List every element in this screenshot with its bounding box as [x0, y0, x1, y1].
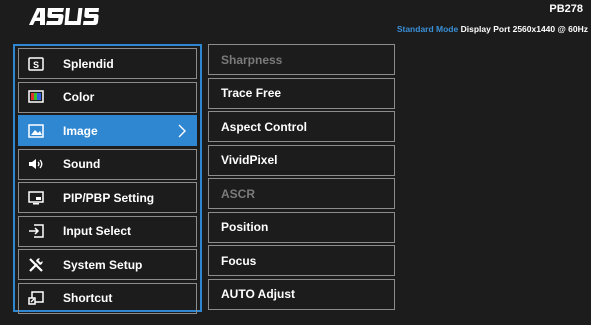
svg-text:S: S [33, 60, 39, 70]
osd-header: PB278 Standard Mode Display Port 2560x14… [0, 0, 591, 38]
menu-item-pip-pbp[interactable]: PIP/PBP Setting [18, 182, 197, 213]
splendid-icon: S [27, 56, 45, 72]
resolution-label: 2560x1440 @ 60Hz [512, 24, 588, 34]
chevron-right-icon [178, 124, 186, 141]
submenu-item-focus[interactable]: Focus [208, 245, 395, 276]
input-label: Display Port [460, 24, 511, 34]
status-line: Standard Mode Display Port 2560x1440 @ 6… [397, 24, 588, 34]
submenu-item-ascr: ASCR [208, 178, 395, 209]
menu-item-label: Color [63, 90, 95, 104]
menu-item-system-setup[interactable]: System Setup [18, 249, 197, 280]
menu-item-label: Image [63, 123, 98, 138]
shortcut-icon [27, 290, 45, 306]
menu-item-splendid[interactable]: S Splendid [18, 48, 197, 79]
menu-item-color[interactable]: Color [18, 81, 197, 113]
menu-item-shortcut[interactable]: Shortcut [18, 282, 197, 314]
main-menu: S Splendid Color Image Sound PIP/PBP Set… [13, 44, 202, 314]
menu-item-label: PIP/PBP Setting [63, 190, 155, 205]
asus-logo [29, 8, 99, 25]
submenu-item-aspect-control[interactable]: Aspect Control [208, 111, 395, 142]
menu-item-label: System Setup [63, 257, 143, 272]
menu-item-label: Sound [63, 157, 101, 171]
menu-item-label: Input Select [63, 224, 132, 238]
model-name: PB278 [549, 3, 583, 15]
submenu-item-auto-adjust[interactable]: AUTO Adjust [208, 278, 395, 310]
tools-icon [27, 257, 45, 273]
submenu-item-sharpness: Sharpness [208, 44, 395, 75]
menu-item-label: Splendid [63, 56, 114, 71]
submenu-item-vividpixel[interactable]: VividPixel [208, 144, 395, 176]
color-icon [27, 89, 45, 105]
sub-menu: Sharpness Trace Free Aspect Control Vivi… [208, 44, 395, 312]
menu-item-image[interactable]: Image [18, 115, 197, 146]
submenu-item-trace-free[interactable]: Trace Free [208, 77, 395, 109]
mode-label: Standard Mode [396, 24, 459, 34]
image-icon [27, 123, 45, 139]
menu-item-sound[interactable]: Sound [18, 148, 197, 180]
speaker-icon [27, 156, 45, 172]
input-icon [27, 223, 45, 239]
pip-icon [27, 190, 45, 206]
submenu-item-position[interactable]: Position [208, 211, 395, 243]
menu-item-input-select[interactable]: Input Select [18, 215, 197, 247]
menu-item-label: Shortcut [63, 291, 113, 305]
